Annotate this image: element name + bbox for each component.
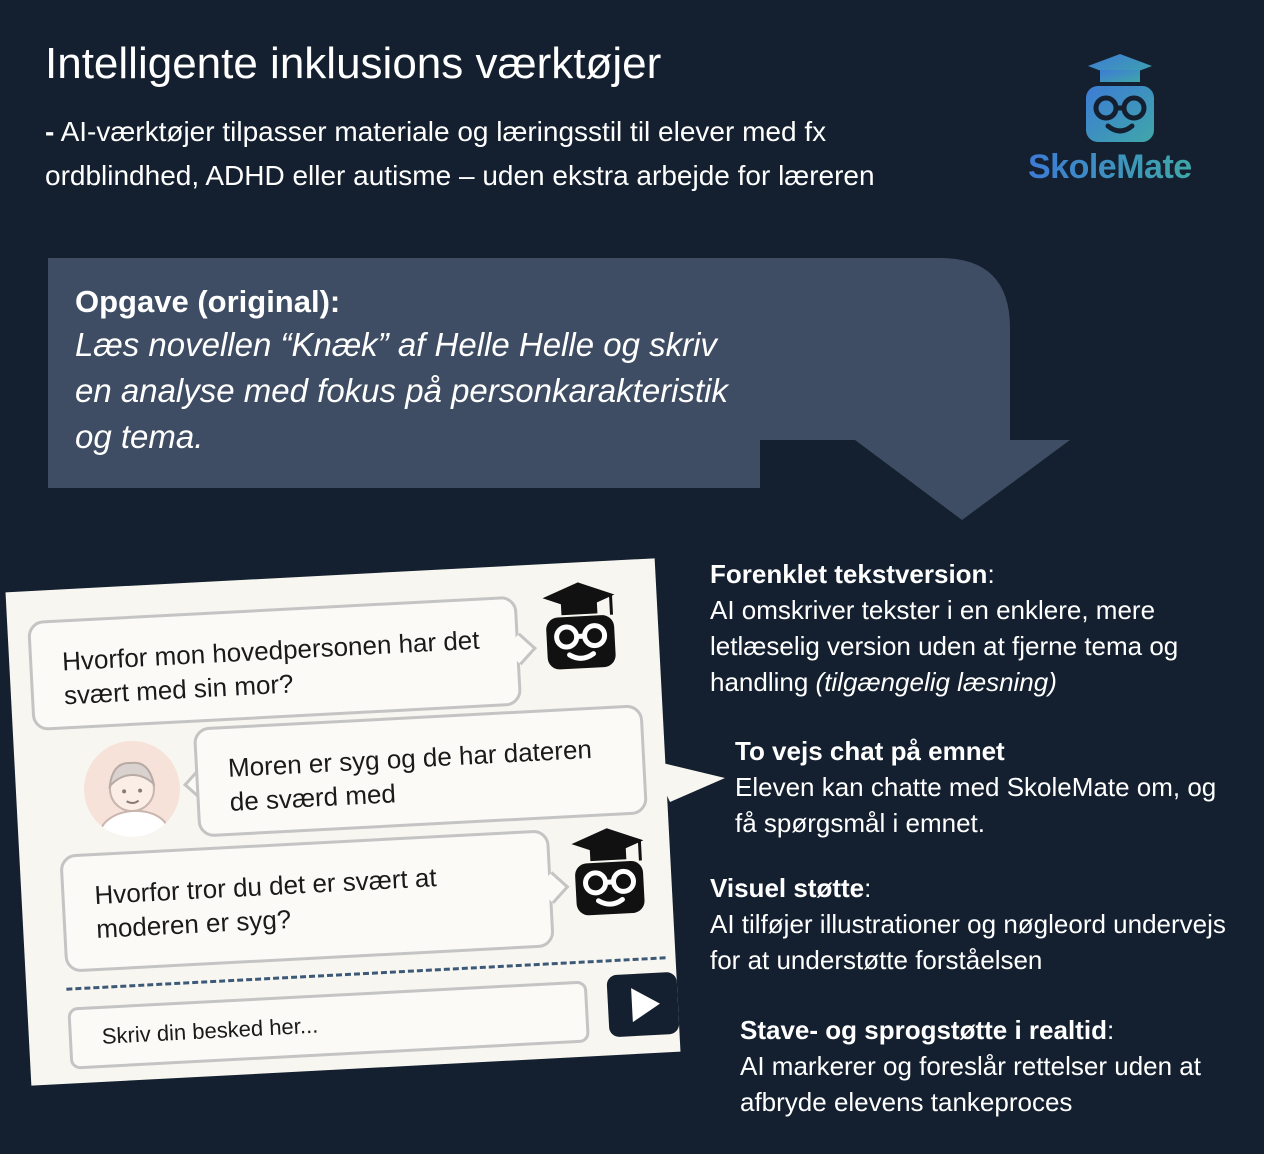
task-box: Opgave (original): Læs novellen “Knæk” a… bbox=[75, 282, 755, 460]
task-text: Læs novellen “Knæk” af Helle Helle og sk… bbox=[75, 326, 729, 455]
robot-teacher-icon bbox=[571, 828, 645, 916]
send-button[interactable] bbox=[606, 971, 680, 1038]
feature-heading: Visuel støtte bbox=[710, 873, 865, 903]
feature-heading-suffix: : bbox=[1106, 1015, 1115, 1045]
skolemate-logo: SkoleMate bbox=[1020, 50, 1230, 200]
bot-message-1: Hvorfor mon hovedpersonen har det svært … bbox=[27, 595, 523, 732]
feature-simplified-text: Forenklet tekstversion: AI omskriver tek… bbox=[710, 556, 1250, 700]
message-input[interactable]: Skriv din besked her... bbox=[67, 980, 590, 1070]
logo-wordmark: SkoleMate bbox=[1028, 148, 1192, 186]
feature-heading-suffix: : bbox=[987, 559, 995, 589]
graduation-robot-icon bbox=[1086, 54, 1154, 142]
feature-text: Eleven kan chatte med SkoleMate om, og f… bbox=[735, 772, 1217, 838]
feature-heading: Forenklet tekstversion bbox=[710, 559, 988, 589]
student-face-icon bbox=[99, 761, 170, 840]
feature-text: AI markerer og foreslår rettelser uden a… bbox=[740, 1051, 1201, 1117]
chat-panel: Hvorfor mon hovedpersonen har det svært … bbox=[5, 558, 681, 1086]
task-label: Opgave (original): bbox=[75, 284, 341, 319]
play-icon bbox=[631, 988, 660, 1023]
feature-spelling-support: Stave- og sprogstøtte i realtid: AI mark… bbox=[740, 1012, 1260, 1120]
feature-heading-suffix: : bbox=[864, 873, 872, 903]
bot-message-2: Hvorfor tror du det er svært at moderen … bbox=[59, 829, 555, 973]
feature-heading: To vejs chat på emnet bbox=[735, 736, 1005, 766]
feature-text: AI tilføjer illustrationer og nøgleord u… bbox=[710, 909, 1226, 975]
student-message: Moren er syg og de har dateren de sværd … bbox=[192, 704, 649, 838]
feature-heading: Stave- og sprogstøtte i realtid bbox=[740, 1015, 1107, 1045]
student-avatar bbox=[81, 738, 183, 840]
feature-two-way-chat: To vejs chat på emnet Eleven kan chatte … bbox=[735, 733, 1235, 841]
feature-visual-support: Visuel støtte: AI tilføjer illustratione… bbox=[710, 870, 1250, 978]
robot-teacher-icon bbox=[542, 582, 616, 670]
feature-italic-note: (tilgængelig læsning) bbox=[815, 667, 1057, 697]
